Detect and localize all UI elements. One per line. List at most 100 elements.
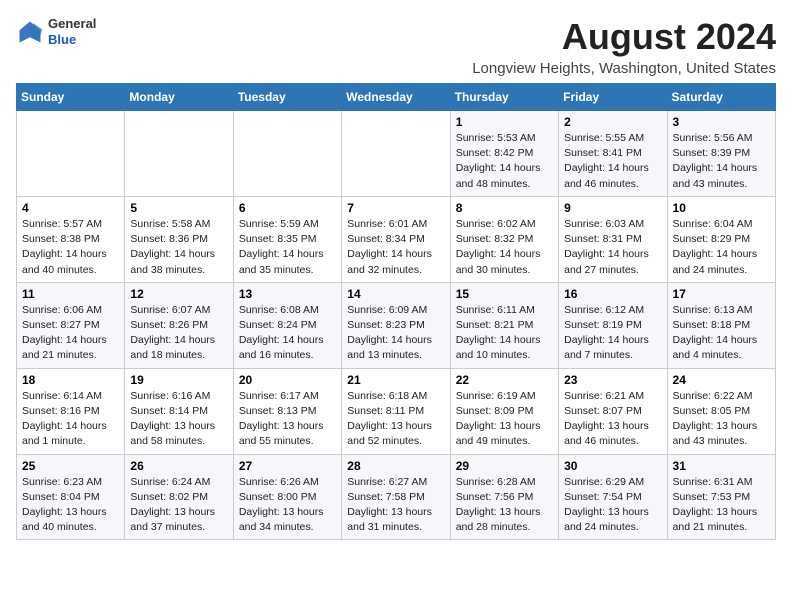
day-number: 13: [239, 287, 336, 301]
day-number: 21: [347, 373, 444, 387]
day-info: Sunrise: 6:17 AMSunset: 8:13 PMDaylight:…: [239, 389, 336, 450]
calendar-week-row: 18 Sunrise: 6:14 AMSunset: 8:16 PMDayligh…: [17, 368, 776, 454]
day-header-friday: Friday: [559, 84, 667, 111]
title-area: August 2024 Longview Heights, Washington…: [472, 16, 776, 77]
day-number: 31: [673, 459, 770, 473]
calendar-table: SundayMondayTuesdayWednesdayThursdayFrid…: [16, 83, 776, 540]
day-number: 5: [130, 201, 227, 215]
calendar-cell: 17 Sunrise: 6:13 AMSunset: 8:18 PMDayligh…: [667, 282, 775, 368]
day-info: Sunrise: 6:28 AMSunset: 7:56 PMDaylight:…: [456, 475, 553, 536]
day-info: Sunrise: 6:22 AMSunset: 8:05 PMDaylight:…: [673, 389, 770, 450]
calendar-week-row: 4 Sunrise: 5:57 AMSunset: 8:38 PMDaylight…: [17, 196, 776, 282]
month-title: August 2024: [472, 16, 776, 58]
day-number: 20: [239, 373, 336, 387]
day-info: Sunrise: 6:02 AMSunset: 8:32 PMDaylight:…: [456, 217, 553, 278]
calendar-cell: 18 Sunrise: 6:14 AMSunset: 8:16 PMDayligh…: [17, 368, 125, 454]
calendar-cell: 14 Sunrise: 6:09 AMSunset: 8:23 PMDayligh…: [342, 282, 450, 368]
day-number: 17: [673, 287, 770, 301]
day-info: Sunrise: 5:56 AMSunset: 8:39 PMDaylight:…: [673, 131, 770, 192]
day-info: Sunrise: 6:19 AMSunset: 8:09 PMDaylight:…: [456, 389, 553, 450]
logo-text: General Blue: [48, 16, 96, 47]
day-info: Sunrise: 6:24 AMSunset: 8:02 PMDaylight:…: [130, 475, 227, 536]
calendar-cell: 2Sunrise: 5:55 AMSunset: 8:41 PMDaylight…: [559, 111, 667, 197]
calendar-cell: [17, 111, 125, 197]
day-number: 14: [347, 287, 444, 301]
day-info: Sunrise: 6:07 AMSunset: 8:26 PMDaylight:…: [130, 303, 227, 364]
day-info: Sunrise: 6:27 AMSunset: 7:58 PMDaylight:…: [347, 475, 444, 536]
day-info: Sunrise: 6:09 AMSunset: 8:23 PMDaylight:…: [347, 303, 444, 364]
day-info: Sunrise: 5:55 AMSunset: 8:41 PMDaylight:…: [564, 131, 661, 192]
day-info: Sunrise: 6:14 AMSunset: 8:16 PMDaylight:…: [22, 389, 119, 450]
day-number: 16: [564, 287, 661, 301]
day-number: 24: [673, 373, 770, 387]
day-number: 25: [22, 459, 119, 473]
calendar-week-row: 25 Sunrise: 6:23 AMSunset: 8:04 PMDayligh…: [17, 454, 776, 540]
day-number: 26: [130, 459, 227, 473]
day-number: 6: [239, 201, 336, 215]
day-number: 28: [347, 459, 444, 473]
day-number: 12: [130, 287, 227, 301]
day-info: Sunrise: 5:53 AMSunset: 8:42 PMDaylight:…: [456, 131, 553, 192]
location-subtitle: Longview Heights, Washington, United Sta…: [472, 60, 776, 77]
day-number: 3: [673, 115, 770, 129]
calendar-cell: 27Sunrise: 6:26 AMSunset: 8:00 PMDayligh…: [233, 454, 341, 540]
day-info: Sunrise: 6:04 AMSunset: 8:29 PMDaylight:…: [673, 217, 770, 278]
calendar-cell: 21 Sunrise: 6:18 AMSunset: 8:11 PMDayligh…: [342, 368, 450, 454]
day-info: Sunrise: 6:18 AMSunset: 8:11 PMDaylight:…: [347, 389, 444, 450]
day-info: Sunrise: 6:31 AMSunset: 7:53 PMDaylight:…: [673, 475, 770, 536]
logo-icon: [16, 18, 44, 46]
calendar-week-row: 11 Sunrise: 6:06 AMSunset: 8:27 PMDayligh…: [17, 282, 776, 368]
calendar-cell: 3 Sunrise: 5:56 AMSunset: 8:39 PMDaylight…: [667, 111, 775, 197]
calendar-cell: 12 Sunrise: 6:07 AMSunset: 8:26 PMDayligh…: [125, 282, 233, 368]
calendar-cell: 10Sunrise: 6:04 AMSunset: 8:29 PMDayligh…: [667, 196, 775, 282]
day-info: Sunrise: 5:58 AMSunset: 8:36 PMDaylight:…: [130, 217, 227, 278]
day-info: Sunrise: 6:06 AMSunset: 8:27 PMDaylight:…: [22, 303, 119, 364]
day-info: Sunrise: 6:11 AMSunset: 8:21 PMDaylight:…: [456, 303, 553, 364]
calendar-cell: 15Sunrise: 6:11 AMSunset: 8:21 PMDayligh…: [450, 282, 558, 368]
calendar-cell: 22 Sunrise: 6:19 AMSunset: 8:09 PMDayligh…: [450, 368, 558, 454]
calendar-week-row: 1 Sunrise: 5:53 AMSunset: 8:42 PMDaylight…: [17, 111, 776, 197]
calendar-header-row: SundayMondayTuesdayWednesdayThursdayFrid…: [17, 84, 776, 111]
day-header-sunday: Sunday: [17, 84, 125, 111]
calendar-cell: 5 Sunrise: 5:58 AMSunset: 8:36 PMDaylight…: [125, 196, 233, 282]
calendar-cell: 24 Sunrise: 6:22 AMSunset: 8:05 PMDayligh…: [667, 368, 775, 454]
day-number: 8: [456, 201, 553, 215]
day-number: 1: [456, 115, 553, 129]
calendar-cell: 1 Sunrise: 5:53 AMSunset: 8:42 PMDaylight…: [450, 111, 558, 197]
day-number: 4: [22, 201, 119, 215]
day-info: Sunrise: 6:13 AMSunset: 8:18 PMDaylight:…: [673, 303, 770, 364]
calendar-cell: 8 Sunrise: 6:02 AMSunset: 8:32 PMDaylight…: [450, 196, 558, 282]
day-number: 22: [456, 373, 553, 387]
day-number: 7: [347, 201, 444, 215]
day-number: 18: [22, 373, 119, 387]
calendar-cell: 29 Sunrise: 6:28 AMSunset: 7:56 PMDayligh…: [450, 454, 558, 540]
day-info: Sunrise: 5:59 AMSunset: 8:35 PMDaylight:…: [239, 217, 336, 278]
day-number: 29: [456, 459, 553, 473]
calendar-cell: 4 Sunrise: 5:57 AMSunset: 8:38 PMDaylight…: [17, 196, 125, 282]
logo: General Blue: [16, 16, 96, 47]
day-info: Sunrise: 5:57 AMSunset: 8:38 PMDaylight:…: [22, 217, 119, 278]
logo-blue: Blue: [48, 32, 96, 48]
day-header-thursday: Thursday: [450, 84, 558, 111]
day-info: Sunrise: 6:16 AMSunset: 8:14 PMDaylight:…: [130, 389, 227, 450]
day-number: 11: [22, 287, 119, 301]
day-number: 19: [130, 373, 227, 387]
calendar-cell: 9Sunrise: 6:03 AMSunset: 8:31 PMDaylight…: [559, 196, 667, 282]
day-header-wednesday: Wednesday: [342, 84, 450, 111]
calendar-cell: 23Sunrise: 6:21 AMSunset: 8:07 PMDayligh…: [559, 368, 667, 454]
calendar-cell: [233, 111, 341, 197]
calendar-cell: 28 Sunrise: 6:27 AMSunset: 7:58 PMDayligh…: [342, 454, 450, 540]
day-info: Sunrise: 6:12 AMSunset: 8:19 PMDaylight:…: [564, 303, 661, 364]
calendar-cell: 20 Sunrise: 6:17 AMSunset: 8:13 PMDayligh…: [233, 368, 341, 454]
day-info: Sunrise: 6:01 AMSunset: 8:34 PMDaylight:…: [347, 217, 444, 278]
calendar-cell: 31 Sunrise: 6:31 AMSunset: 7:53 PMDayligh…: [667, 454, 775, 540]
calendar-cell: 6 Sunrise: 5:59 AMSunset: 8:35 PMDaylight…: [233, 196, 341, 282]
day-info: Sunrise: 6:08 AMSunset: 8:24 PMDaylight:…: [239, 303, 336, 364]
calendar-cell: 26 Sunrise: 6:24 AMSunset: 8:02 PMDayligh…: [125, 454, 233, 540]
header: General Blue August 2024 Longview Height…: [16, 16, 776, 77]
calendar-cell: 11 Sunrise: 6:06 AMSunset: 8:27 PMDayligh…: [17, 282, 125, 368]
day-info: Sunrise: 6:29 AMSunset: 7:54 PMDaylight:…: [564, 475, 661, 536]
calendar-cell: [125, 111, 233, 197]
day-header-monday: Monday: [125, 84, 233, 111]
day-info: Sunrise: 6:23 AMSunset: 8:04 PMDaylight:…: [22, 475, 119, 536]
